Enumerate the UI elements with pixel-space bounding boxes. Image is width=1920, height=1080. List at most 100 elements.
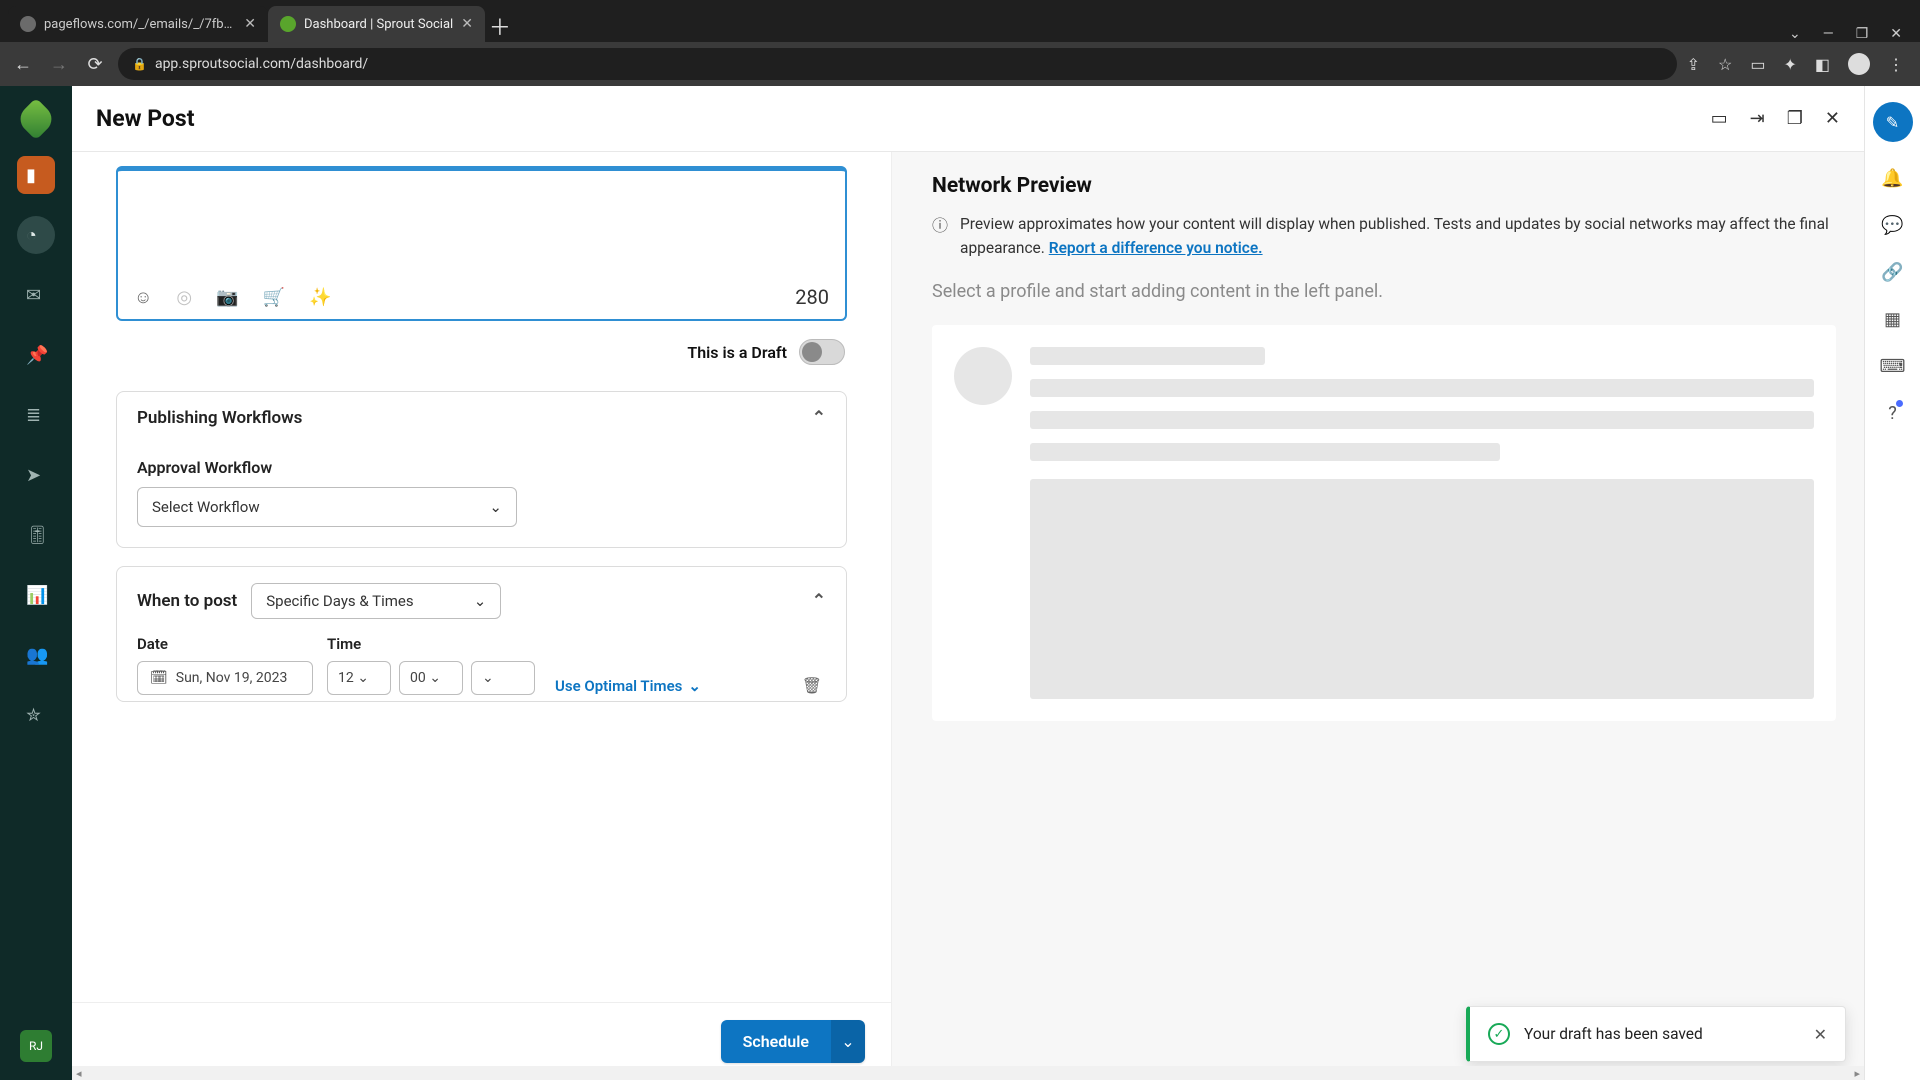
publishing-workflows-card: Publishing Workflows ⌃ Approval Workflow… <box>116 391 847 548</box>
links-button[interactable]: 🔗 <box>1881 262 1903 283</box>
nav-reports[interactable]: 📊 <box>17 576 55 614</box>
minimize-icon[interactable]: ― <box>1823 26 1834 42</box>
browser-tab[interactable]: pageflows.com/_/emails/_/7fb5c ✕ <box>8 6 268 42</box>
help-icon: ? <box>1888 403 1897 424</box>
chevron-up-icon[interactable]: ⌃ <box>812 591 826 611</box>
time-label: Time <box>327 635 535 653</box>
schedule-button[interactable]: Schedule <box>721 1020 831 1063</box>
conversations-button[interactable]: 💬 <box>1881 215 1903 236</box>
nav-people[interactable]: 👥 <box>17 636 55 674</box>
nav-publishing[interactable]: ➤ <box>17 456 55 494</box>
user-avatar[interactable]: RJ <box>20 1030 52 1062</box>
close-icon[interactable]: ✕ <box>1825 108 1840 129</box>
close-icon[interactable]: ✕ <box>1814 1025 1827 1044</box>
time-ampm-input[interactable]: ⌄ <box>471 661 535 695</box>
extensions-icon[interactable]: ✦ <box>1783 55 1796 74</box>
ai-assist-icon[interactable]: ✨ <box>309 287 331 308</box>
select-value: Select Workflow <box>152 498 260 516</box>
dock-right-icon[interactable]: ⇥ <box>1750 108 1765 129</box>
edit-panel: ☺ ◎ 📷 🛒 ✨ 280 This is a Draft <box>72 152 892 1080</box>
scroll-right-icon[interactable]: ▸ <box>1854 1067 1860 1080</box>
share-icon[interactable]: ⇪ <box>1687 55 1700 74</box>
post-text-input[interactable] <box>134 185 829 275</box>
compose-button[interactable]: ✎ <box>1873 102 1913 142</box>
card-title: Publishing Workflows <box>137 408 302 428</box>
report-difference-link[interactable]: Report a difference you notice. <box>1049 239 1263 257</box>
preview-empty-message: Select a profile and start adding conten… <box>932 278 1836 305</box>
maximize-icon[interactable]: ❐ <box>1856 26 1869 42</box>
link-icon: 🔗 <box>1881 262 1903 283</box>
post-text-card: ☺ ◎ 📷 🛒 ✨ 280 <box>116 166 847 321</box>
chevron-down-icon: ⌄ <box>688 677 701 695</box>
card-header[interactable]: Publishing Workflows ⌃ <box>117 392 846 444</box>
schedule-dropdown-button[interactable]: ⌄ <box>831 1020 865 1063</box>
url-input[interactable]: 🔒 app.sproutsocial.com/dashboard/ <box>118 48 1677 80</box>
date-input[interactable]: 🗓 Sun, Nov 19, 2023 <box>137 661 313 695</box>
date-value: Sun, Nov 19, 2023 <box>176 670 288 686</box>
nav-inbox[interactable]: ✉ <box>17 276 55 314</box>
help-button[interactable]: ? <box>1888 403 1897 424</box>
minimize-composer-icon[interactable]: ▭ <box>1711 108 1728 129</box>
notifications-button[interactable]: 🔔 <box>1881 168 1903 189</box>
scroll-left-icon[interactable]: ◂ <box>76 1067 82 1080</box>
install-icon[interactable]: ▭ <box>1750 55 1765 74</box>
target-icon[interactable]: ◎ <box>176 287 192 308</box>
bar-chart-icon: 📊 <box>26 585 46 605</box>
nav-feeds[interactable]: ≣ <box>17 396 55 434</box>
draft-toggle[interactable] <box>799 339 845 365</box>
when-mode-select[interactable]: Specific Days & Times ⌄ <box>251 583 501 619</box>
sidepanel-icon[interactable]: ◧ <box>1815 55 1830 74</box>
sprout-icon <box>280 16 296 32</box>
emoji-icon[interactable]: ☺ <box>134 287 152 308</box>
forward-icon[interactable]: → <box>46 54 72 75</box>
tab-title: pageflows.com/_/emails/_/7fb5c <box>44 17 236 32</box>
time-hour-input[interactable]: 12 ⌄ <box>327 661 391 695</box>
people-icon: 👥 <box>26 645 46 665</box>
keyboard-button[interactable]: ⌨ <box>1880 356 1906 377</box>
draft-toggle-row: This is a Draft <box>116 339 845 365</box>
product-tag-icon[interactable]: 🛒 <box>263 287 285 308</box>
trash-icon[interactable]: 🗑 <box>802 676 826 695</box>
calendar-icon: 🗓 <box>150 670 168 686</box>
workflow-select[interactable]: Select Workflow ⌄ <box>137 487 517 527</box>
window-controls: ⌄ ― ❐ ✕ <box>1789 26 1920 42</box>
duplicate-icon[interactable]: ❐ <box>1787 108 1803 129</box>
close-icon[interactable]: ✕ <box>461 16 473 32</box>
right-utility-rail: ✎ 🔔 💬 🔗 ▦ ⌨ ? <box>1864 86 1920 1080</box>
back-icon[interactable]: ← <box>10 54 36 75</box>
browser-tab[interactable]: Dashboard | Sprout Social ✕ <box>268 6 485 42</box>
when-to-post-card: When to post Specific Days & Times ⌄ ⌃ D… <box>116 566 847 702</box>
nav-dashboard[interactable]: ▮ <box>17 156 55 194</box>
chevron-up-icon: ⌃ <box>812 408 826 428</box>
horizontal-scrollbar[interactable]: ◂ ▸ <box>72 1066 1864 1080</box>
select-value: Specific Days & Times <box>266 592 413 610</box>
nav-smart-inbox[interactable]: ◔ <box>17 216 55 254</box>
nav-reviews[interactable]: ✮ <box>17 696 55 734</box>
new-tab-button[interactable]: ＋ <box>485 10 515 42</box>
sprout-logo-icon[interactable] <box>15 98 57 140</box>
schedule-button-group: Schedule ⌄ <box>721 1020 865 1063</box>
skeleton-line <box>1030 379 1814 397</box>
window-close-icon[interactable]: ✕ <box>1890 26 1902 42</box>
time-min-input[interactable]: 00 ⌄ <box>399 661 463 695</box>
audio-icon: 🎚 <box>26 525 46 545</box>
bookmark-icon[interactable]: ☆ <box>1718 55 1732 74</box>
tabs-dropdown-icon[interactable]: ⌄ <box>1789 26 1801 42</box>
check-circle-icon: ✓ <box>1488 1023 1510 1045</box>
nav-pinned[interactable]: 📌 <box>17 336 55 374</box>
composer-body: ☺ ◎ 📷 🛒 ✨ 280 This is a Draft <box>72 152 1864 1080</box>
chevron-down-icon: ⌄ <box>474 592 487 610</box>
send-icon: ➤ <box>26 465 46 485</box>
nav-listening[interactable]: 🎚 <box>17 516 55 554</box>
char-count: 280 <box>795 285 829 309</box>
use-optimal-times-link[interactable]: Use Optimal Times⌄ <box>555 677 701 695</box>
globe-icon <box>20 16 36 32</box>
profile-avatar-icon[interactable] <box>1848 53 1870 75</box>
camera-icon[interactable]: 📷 <box>216 287 238 308</box>
close-icon[interactable]: ✕ <box>244 16 256 32</box>
reload-icon[interactable]: ⟳ <box>82 54 108 75</box>
kebab-icon[interactable]: ⋮ <box>1888 55 1904 74</box>
star-half-icon: ✮ <box>26 705 46 725</box>
apps-button[interactable]: ▦ <box>1884 309 1901 330</box>
composer-header: New Post ▭ ⇥ ❐ ✕ <box>72 86 1864 152</box>
